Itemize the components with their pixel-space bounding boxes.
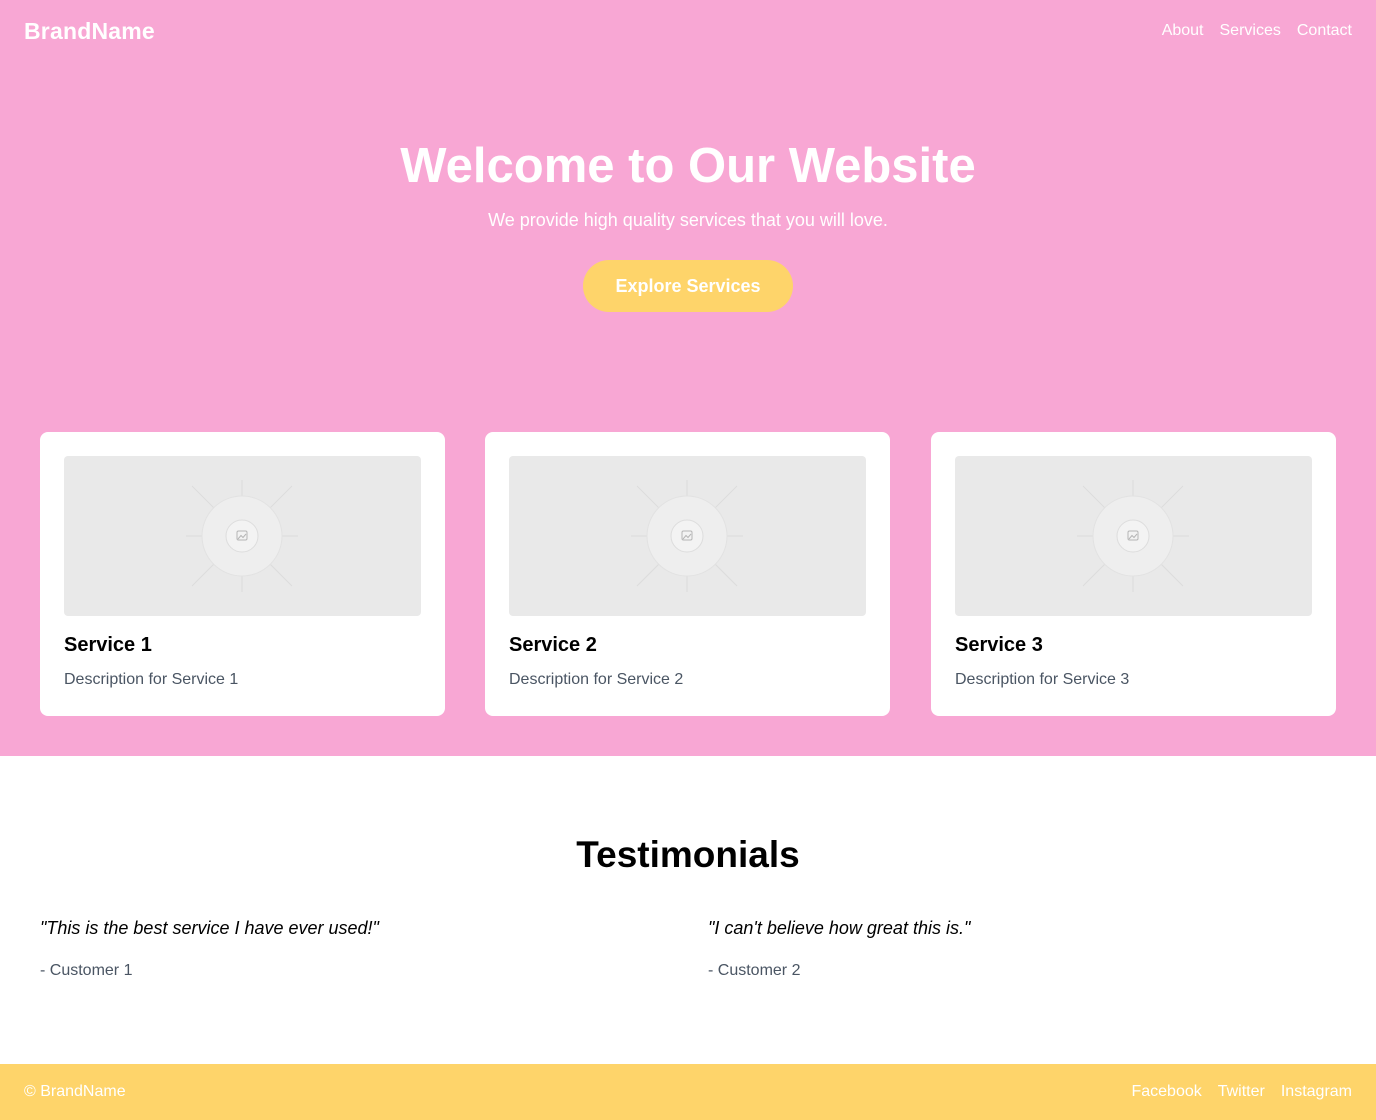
nav-link-services[interactable]: Services: [1220, 22, 1281, 40]
nav-link-contact[interactable]: Contact: [1297, 22, 1352, 40]
service-card[interactable]: Service 3 Description for Service 3: [931, 432, 1336, 716]
service-title: Service 3: [955, 634, 1043, 656]
service-card[interactable]: Service 1 Description for Service 1: [40, 432, 445, 716]
social-link-twitter[interactable]: Twitter: [1218, 1083, 1265, 1101]
testimonials-title: Testimonials: [576, 834, 800, 875]
service-title: Service 2: [509, 634, 597, 656]
service-image-placeholder: [64, 456, 421, 616]
footer-copyright: © BrandName: [24, 1083, 126, 1100]
image-placeholder-icon: [631, 480, 743, 592]
hero-title: Welcome to Our Website: [400, 139, 976, 193]
service-image-placeholder: [955, 456, 1312, 616]
explore-services-button[interactable]: Explore Services: [583, 260, 793, 312]
hero-subtitle: We provide high quality services that yo…: [488, 210, 888, 230]
testimonial-quote: "I can't believe how great this is.": [708, 918, 971, 938]
service-description: Description for Service 1: [64, 671, 239, 688]
brand-logo[interactable]: BrandName: [24, 18, 155, 45]
social-link-instagram[interactable]: Instagram: [1281, 1083, 1352, 1101]
image-placeholder-icon: [186, 480, 298, 592]
testimonial-quote: "This is the best service I have ever us…: [40, 918, 379, 938]
main-nav: About Services Contact: [1162, 22, 1352, 40]
service-description: Description for Service 2: [509, 671, 684, 688]
social-links: Facebook Twitter Instagram: [1131, 1083, 1352, 1101]
image-placeholder-icon: [1077, 480, 1189, 592]
social-link-facebook[interactable]: Facebook: [1131, 1083, 1201, 1101]
testimonial-author: - Customer 2: [708, 962, 801, 979]
testimonial-author: - Customer 1: [40, 962, 133, 979]
service-card[interactable]: Service 2 Description for Service 2: [485, 432, 890, 716]
service-image-placeholder: [509, 456, 866, 616]
service-title: Service 1: [64, 634, 152, 656]
service-description: Description for Service 3: [955, 671, 1130, 688]
nav-link-about[interactable]: About: [1162, 22, 1204, 40]
footer: © BrandName Facebook Twitter Instagram: [0, 1064, 1376, 1120]
